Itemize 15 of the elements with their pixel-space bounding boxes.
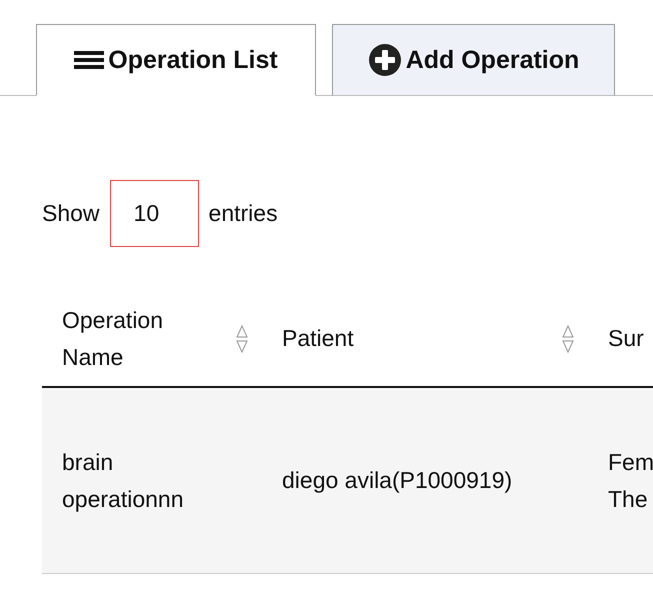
table-cell-text: brain operationnn	[62, 448, 184, 514]
plus-circle-icon	[368, 43, 402, 77]
table-cell-text: Fem The	[608, 448, 653, 514]
table-cell-text: diego avila(P1000919)	[282, 466, 512, 495]
tab[interactable]: Operation List	[36, 24, 316, 96]
page-size-field[interactable]: 10	[110, 180, 199, 247]
column-header[interactable]: Patient	[282, 320, 354, 357]
tab[interactable]: Add Operation	[332, 24, 615, 96]
sort-icon[interactable]	[236, 324, 248, 354]
sort-icon[interactable]	[562, 324, 574, 354]
column-header[interactable]: Operation Name	[62, 302, 212, 376]
entries-label: entries	[208, 200, 278, 227]
menu-icon	[74, 50, 104, 70]
show-label: Show	[42, 200, 100, 227]
column-header[interactable]: Sur	[608, 320, 644, 357]
